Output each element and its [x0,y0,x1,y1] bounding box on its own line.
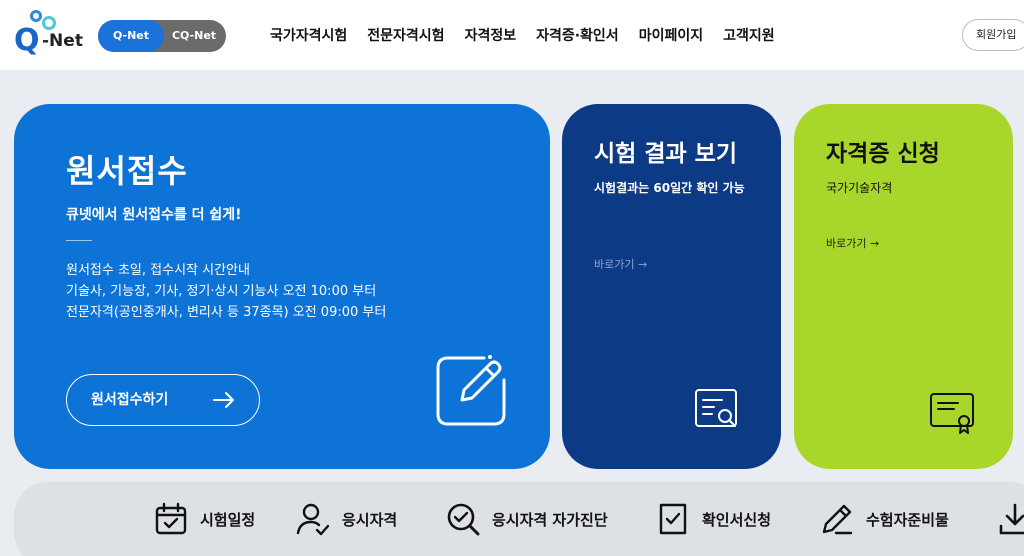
info-line: 기술사, 기능장, 기사, 정기·상시 기능사 오전 10:00 부터 [66,284,377,299]
search-check-icon [447,503,480,536]
quick-eligibility[interactable]: 응시자격 [296,482,397,556]
certificate-icon [930,393,974,434]
info-line: 전문자격(공인중개사, 변리사 등 37종목) 오전 09:00 부터 [66,305,387,320]
document-check-icon [659,503,687,535]
toggle-cqnet[interactable]: CQ-Net [162,20,226,52]
logo-ring-icon [30,10,42,22]
quick-label: 응시자격 [342,510,398,529]
join-button[interactable]: 회원가입 [962,19,1024,51]
site-toggle: Q-Net CQ-Net [98,20,226,52]
user-check-icon [296,503,330,536]
quick-label: 시험일정 [200,510,256,529]
divider [66,240,92,241]
card-title: 원서접수 [66,152,188,190]
card-desc: 시험결과는 60일간 확인 가능 [594,181,745,195]
pencil-icon [822,504,853,535]
exam-result-card[interactable]: 시험 결과 보기 시험결과는 60일간 확인 가능 바로가기 → [562,104,781,469]
nav-professional-exam[interactable]: 전문자격시험 [367,25,444,45]
card-title: 자격증 신청 [826,141,940,167]
header: Q -Net Q-Net CQ-Net 국가자격시험 전문자격시험 자격정보 자… [0,0,1024,70]
toggle-qnet[interactable]: Q-Net [98,20,164,52]
quick-self-check[interactable]: 응시자격 자가진단 [446,482,608,556]
nav-support[interactable]: 고객지원 [723,25,775,45]
shortcut-link[interactable]: 바로가기 → [594,256,647,272]
certificate-card[interactable]: 자격증 신청 국가기술자격 바로가기 → [794,104,1013,469]
apply-button-label: 원서접수하기 [91,392,169,408]
quick-label: 확인서신청 [702,510,772,529]
logo-ring-icon [42,16,56,30]
card-desc: 국가기술자격 [826,181,893,195]
quick-exam-schedule[interactable]: 시험일정 [154,482,255,556]
qnet-logo[interactable]: Q -Net [14,6,94,60]
quick-label: 응시자격 자가진단 [492,510,608,529]
quick-label: 수험자준비물 [866,510,949,529]
quick-confirmation-request[interactable]: 확인서신청 [656,482,771,556]
quick-exam-supplies[interactable]: 수험자준비물 [820,482,949,556]
info-line: 원서접수 초일, 접수시작 시간안내 [66,263,250,278]
document-search-icon [695,389,737,427]
arrow-right-icon [213,392,234,408]
edit-icon [436,355,506,426]
logo-net: -Net [42,31,83,51]
card-title: 시험 결과 보기 [594,141,737,167]
schedule-info: 원서접수 초일, 접수시작 시간안내 기술사, 기능장, 기사, 정기·상시 기… [66,260,386,323]
apply-button[interactable]: 원서접수하기 [66,374,260,426]
application-card[interactable]: 원서접수 큐넷에서 원서접수를 더 쉽게! 원서접수 초일, 접수시작 시간안내… [14,104,550,469]
nav-qualification-info[interactable]: 자격정보 [465,25,517,45]
nav-national-exam[interactable]: 국가자격시험 [270,25,347,45]
nav-mypage[interactable]: 마이페이지 [639,25,703,45]
shortcut-link[interactable]: 바로가기 → [826,235,879,251]
nav-certificate[interactable]: 자격증·확인서 [536,25,619,45]
download-icon [999,503,1024,535]
quick-download[interactable] [998,482,1024,556]
logo-q: Q [14,23,40,58]
main-nav: 국가자격시험 전문자격시험 자격정보 자격증·확인서 마이페이지 고객지원 [270,0,795,70]
calendar-check-icon [155,502,187,535]
quick-menu: 시험일정 응시자격 응시자격 자가진단 확인서신청 수험자준비물 [14,482,1024,556]
card-subtitle: 큐넷에서 원서접수를 더 쉽게! [66,207,242,223]
